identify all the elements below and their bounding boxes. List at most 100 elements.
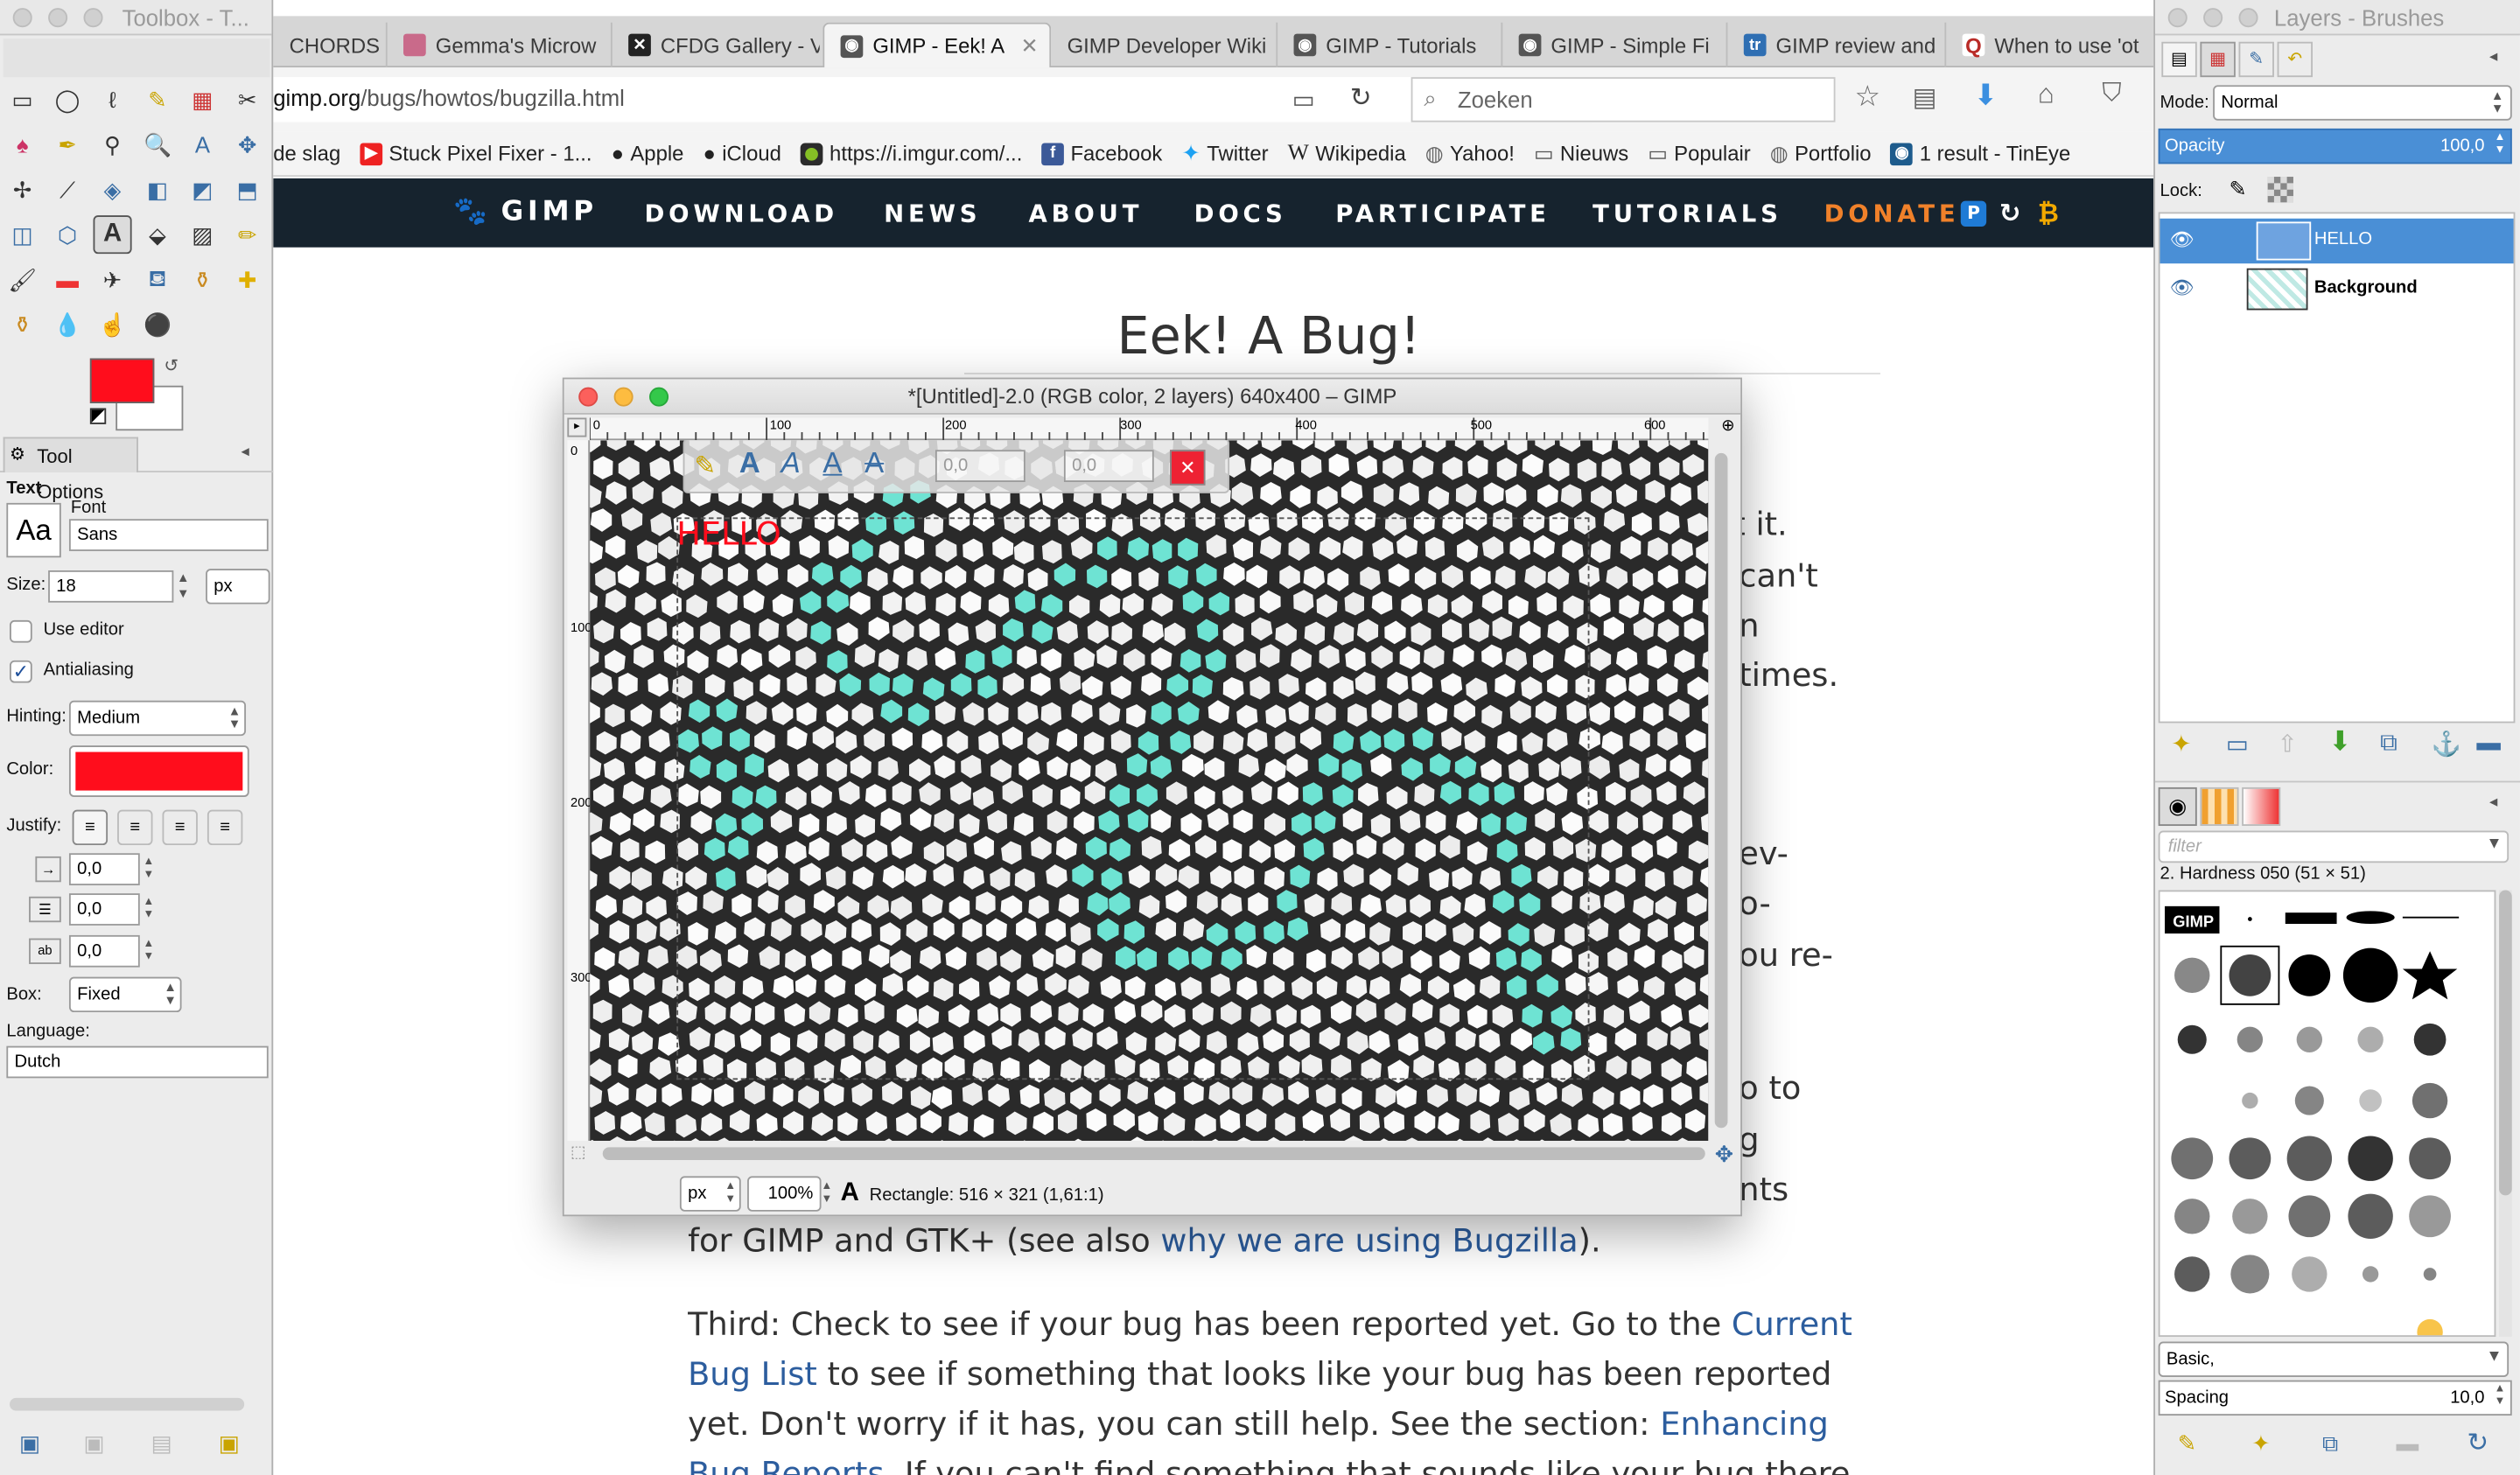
vertical-scrollbar[interactable] [1714, 452, 1728, 1129]
bucket-fill-tool-icon[interactable]: ⬙ [138, 215, 177, 254]
toolbox-scrollbar[interactable] [10, 1397, 245, 1411]
dock-tab-layers-icon[interactable]: ▦ [2200, 41, 2236, 78]
justify-right-icon[interactable]: ≡ [117, 809, 153, 846]
crop-tool-icon[interactable]: ⟋ [48, 171, 87, 209]
horizontal-scrollbar[interactable] [602, 1147, 1705, 1161]
airbrush-tool-icon[interactable]: ✈ [94, 261, 132, 299]
text-box-frame[interactable] [676, 517, 1590, 1080]
brush-textures[interactable] [2171, 1023, 2451, 1294]
close-button[interactable] [12, 8, 32, 28]
brush-star[interactable] [2402, 951, 2458, 1000]
measure-tool-icon[interactable]: A [183, 125, 221, 164]
link-why-bugzilla[interactable]: why we are using Bugzilla [1160, 1221, 1578, 1260]
nav-download[interactable]: DOWNLOAD [645, 199, 838, 228]
bold-icon[interactable]: A [739, 447, 760, 481]
lock-pixels-icon[interactable]: ✎ [2230, 177, 2247, 202]
tab-quora[interactable]: Q When to use 'ot [1944, 22, 2153, 68]
dock-tab-images-icon[interactable]: ▤ [2161, 41, 2197, 78]
dock-tab-brushes-icon[interactable]: ◉ [2158, 786, 2197, 827]
tab-close-icon[interactable]: ✕ [1021, 33, 1039, 59]
text-tool-icon[interactable]: A [93, 215, 132, 255]
link-current-bug-list[interactable]: Current [1732, 1304, 1852, 1343]
new-layer-group-icon[interactable]: ▭ [2226, 730, 2249, 758]
rect-select-tool-icon[interactable]: ▭ [4, 80, 42, 119]
dock-tab-paths-icon[interactable]: ✎ [2238, 41, 2274, 78]
bookmark-tineye[interactable]: ◉ 1 result - TinEye [1890, 142, 2070, 165]
bookmark-twitter[interactable]: ✦ Twitter [1181, 140, 1268, 167]
site-logo[interactable]: 🐾 GIMP [453, 196, 598, 228]
restore-options-icon[interactable]: ▣ [84, 1430, 105, 1458]
blend-tool-icon[interactable]: ▨ [183, 215, 221, 254]
brush-soft-circle[interactable] [2174, 957, 2210, 994]
zoom-button[interactable] [83, 8, 103, 28]
lower-layer-icon[interactable]: ⬇ [2328, 726, 2351, 758]
heal-tool-icon[interactable]: ✚ [228, 261, 267, 299]
text-color-button[interactable] [68, 745, 249, 797]
smudge-tool-icon[interactable]: ☝ [94, 305, 132, 344]
bookmark-portfolio[interactable]: ◍ Portfolio [1770, 141, 1872, 166]
ellipse-select-tool-icon[interactable]: ◯ [48, 80, 87, 119]
dock-tab-patterns-icon[interactable] [2200, 786, 2239, 827]
navigate-icon[interactable]: ✥ [1715, 1141, 1734, 1168]
scale-tool-icon[interactable]: ◧ [138, 171, 177, 209]
font-preview-button[interactable]: Aa [6, 502, 61, 558]
align-tool-icon[interactable]: ✢ [4, 171, 42, 209]
chevron-down-icon[interactable]: ▼ [2486, 835, 2502, 853]
chevron-down-icon[interactable]: ▼ [2486, 1348, 2502, 1366]
zoom-button[interactable] [2238, 8, 2258, 28]
lasso-tool-icon[interactable]: ℓ [94, 80, 132, 119]
default-colors-icon[interactable] [89, 408, 107, 424]
image-canvas[interactable]: HELLO ✎ A A A A 0,0 0,0 ✕ [590, 440, 1709, 1141]
zoom-navigate-icon[interactable]: ⊕ [1721, 418, 1734, 436]
cage-tool-icon[interactable]: ⬡ [48, 215, 87, 254]
paypal-icon[interactable]: P [1960, 200, 1987, 227]
swap-colors-icon[interactable]: ↺ [164, 355, 178, 376]
move-tool-icon[interactable]: ✥ [228, 125, 267, 164]
duplicate-brush-icon[interactable]: ⧉ [2322, 1430, 2338, 1458]
baseline-input[interactable]: 0,0 [934, 450, 1026, 482]
clear-style-icon[interactable]: ✎ [694, 450, 716, 482]
flattr-icon[interactable]: ↻ [1999, 198, 2021, 228]
brush-grid-scrollbar[interactable] [2499, 890, 2512, 1338]
delete-layer-icon[interactable]: ▬ [2476, 730, 2501, 757]
brush-hardness-075[interactable] [2288, 954, 2331, 996]
language-input[interactable]: Dutch [6, 1045, 269, 1079]
minimize-button[interactable] [48, 8, 68, 28]
clone-tool-icon[interactable]: ⚱ [183, 261, 221, 299]
tab-cfdg[interactable]: ✕ CFDG Gallery - V [610, 22, 820, 68]
text-color-overlay-button[interactable]: ✕ [1170, 450, 1206, 486]
tab-gimp-tutorials[interactable]: ◉ GIMP - Tutorials [1276, 22, 1501, 68]
size-unit-select[interactable]: px [206, 569, 270, 605]
scissors-tool-icon[interactable]: ✂ [228, 80, 267, 119]
tab-menu-icon[interactable]: ◂ [2489, 48, 2497, 66]
delete-options-icon[interactable]: ▤ [151, 1430, 172, 1458]
anchor-layer-icon[interactable]: ⚓ [2432, 730, 2461, 758]
spacing-slider[interactable]: Spacing 10,0 ▲ ▼ [2158, 1380, 2512, 1416]
bookmark-imgur[interactable]: https://i.imgur.com/... [800, 142, 1022, 165]
italic-icon[interactable]: A [781, 447, 801, 481]
brush-tag-select[interactable]: Basic, [2158, 1341, 2510, 1377]
delete-brush-icon[interactable]: ▬ [2397, 1430, 2419, 1456]
bookmark-de-slag[interactable]: de slag [273, 142, 340, 166]
justify-fill-icon[interactable]: ≡ [206, 809, 243, 846]
tab-gimp-review[interactable]: tr GIMP review and [1726, 22, 1945, 68]
rotate-tool-icon[interactable]: ◈ [94, 171, 132, 209]
indent-input[interactable]: 0,0 [68, 853, 140, 885]
tab-menu-icon[interactable]: ◂ [242, 444, 249, 461]
bitcoin-icon[interactable]: ₿ [2038, 198, 2059, 230]
flip-tool-icon[interactable]: ◫ [4, 215, 42, 254]
nav-tutorials[interactable]: TUTORIALS [1592, 199, 1782, 228]
justify-left-icon[interactable]: ≡ [72, 809, 108, 846]
reload-icon[interactable]: ↻ [1350, 82, 1372, 115]
foreground-select-tool-icon[interactable]: ♠ [4, 125, 42, 164]
tab-chords[interactable]: CHORDS [273, 23, 386, 67]
download-icon[interactable]: ⬇ [1973, 79, 1998, 113]
nav-about[interactable]: ABOUT [1028, 199, 1143, 228]
lock-alpha-icon[interactable] [2267, 177, 2293, 203]
zoom-select[interactable]: 100% [747, 1176, 822, 1212]
spinner-icon[interactable]: ▲ ▼ [143, 897, 154, 922]
tab-gimp-eek-active[interactable]: ◉ GIMP - Eek! A ✕ [822, 22, 1052, 68]
line-spacing-input[interactable]: 0,0 [68, 893, 140, 926]
letter-spacing-input[interactable]: 0,0 [68, 934, 140, 968]
reader-view-icon[interactable]: ▭ [1292, 85, 1315, 114]
